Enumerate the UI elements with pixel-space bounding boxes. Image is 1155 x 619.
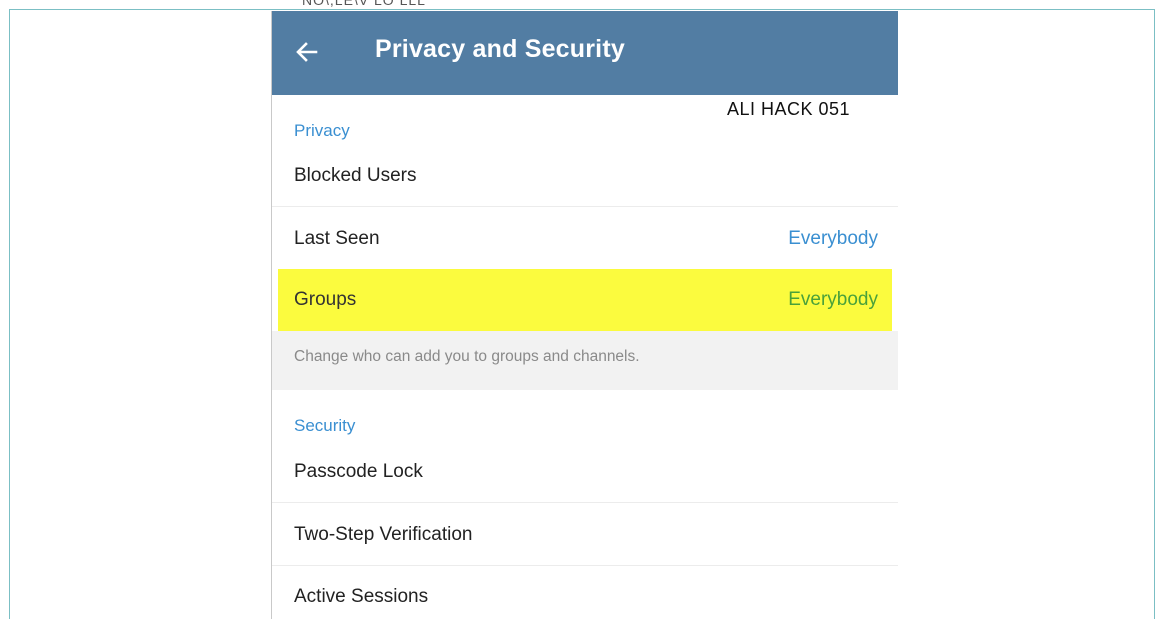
row-passcode-lock[interactable]: Passcode Lock — [272, 441, 898, 503]
row-active-sessions[interactable]: Active Sessions — [272, 566, 898, 619]
row-last-seen[interactable]: Last Seen Everybody — [272, 208, 898, 270]
section-header-privacy: Privacy — [294, 121, 350, 140]
row-two-step-verification[interactable]: Two-Step Verification — [272, 504, 898, 566]
divider — [272, 502, 898, 503]
row-label: Blocked Users — [294, 165, 417, 186]
watermark-text: ALI HACK 051 — [727, 99, 851, 119]
row-value: Everybody — [788, 228, 878, 249]
row-label: Passcode Lock — [294, 461, 423, 482]
section-header-security: Security — [294, 416, 356, 435]
hint-section: Change who can add you to groups and cha… — [272, 331, 898, 390]
row-label: Active Sessions — [294, 586, 429, 607]
status-bar-remnant: NO\,LE\V LO LLL — [272, 0, 898, 11]
row-label: Two-Step Verification — [294, 524, 473, 545]
row-blocked-users[interactable]: Blocked Users — [272, 145, 898, 207]
app-bar: Privacy and Security — [272, 11, 898, 95]
arrow-left-icon[interactable] — [294, 39, 320, 65]
phone-screen: Privacy and Security ALI HACK 051 Privac… — [271, 11, 898, 619]
row-label: Last Seen — [294, 228, 380, 249]
status-bar-text: NO\,LE\V LO LLL — [302, 0, 426, 8]
row-groups[interactable]: Groups Everybody — [278, 269, 892, 331]
row-value: Everybody — [788, 289, 878, 310]
hint-text: Change who can add you to groups and cha… — [294, 348, 640, 365]
row-label: Groups — [294, 289, 357, 310]
divider — [272, 206, 898, 207]
page-title: Privacy and Security — [375, 35, 625, 63]
